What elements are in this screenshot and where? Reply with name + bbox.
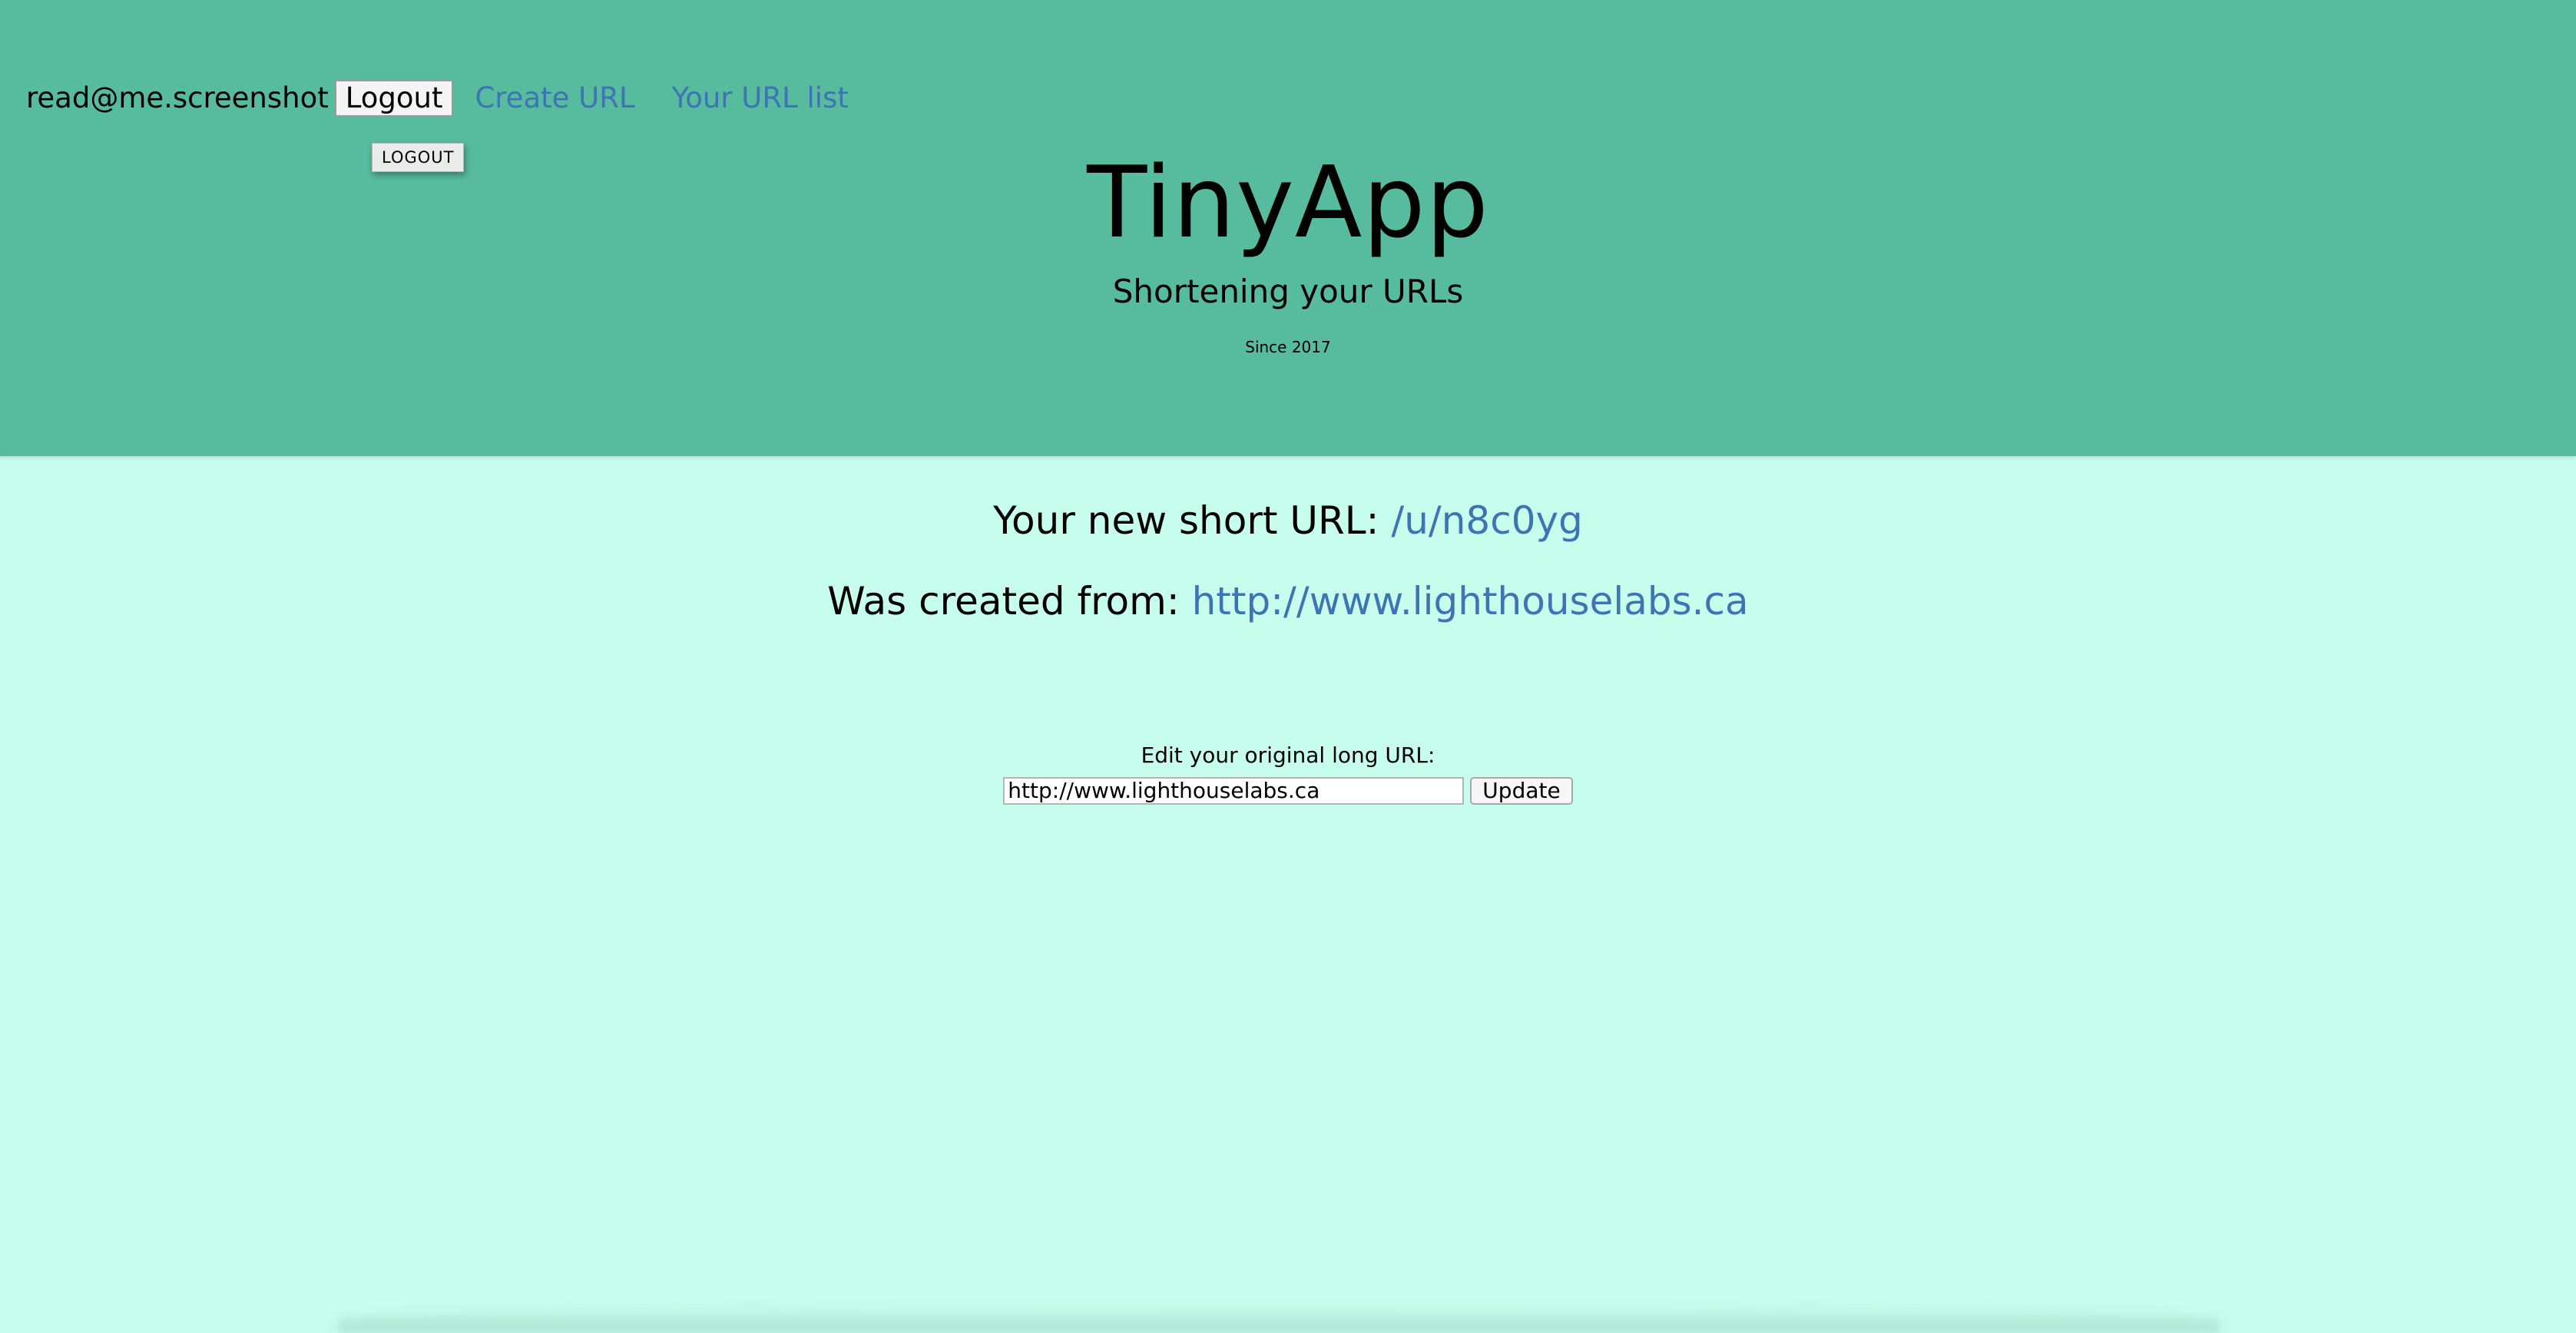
long-url-input[interactable] [1003, 777, 1465, 805]
app-title: TinyApp [1087, 146, 1489, 260]
short-url-link[interactable]: /u/n8c0yg [1391, 498, 1583, 543]
origin-url-line: Was created from: http://www.lighthousel… [0, 576, 2576, 627]
user-email: read@me.screenshot [26, 81, 329, 114]
logout-button[interactable]: Logout [334, 80, 454, 117]
create-url-link[interactable]: Create URL [475, 77, 634, 120]
edit-url-row: Update [0, 777, 2576, 805]
bottom-shadow [338, 1305, 2220, 1333]
long-url-link[interactable]: http://www.lighthouselabs.ca [1192, 579, 1749, 624]
url-list-link[interactable]: Your URL list [672, 77, 849, 120]
update-button[interactable]: Update [1470, 777, 1573, 805]
short-url-line: Your new short URL: /u/n8c0yg [0, 495, 2576, 546]
edit-url-form: Edit your original long URL: Update [0, 739, 2576, 805]
site-header: read@me.screenshot Logout Create URL You… [0, 0, 2576, 456]
origin-url-prefix: Was created from: [827, 579, 1192, 624]
short-url-prefix: Your new short URL: [993, 498, 1392, 543]
top-nav: read@me.screenshot Logout Create URL You… [26, 77, 849, 120]
edit-url-label: Edit your original long URL: [1141, 743, 1435, 768]
app-tagline: Shortening your URLs [1112, 273, 1464, 310]
app-since: Since 2017 [1245, 338, 1331, 356]
